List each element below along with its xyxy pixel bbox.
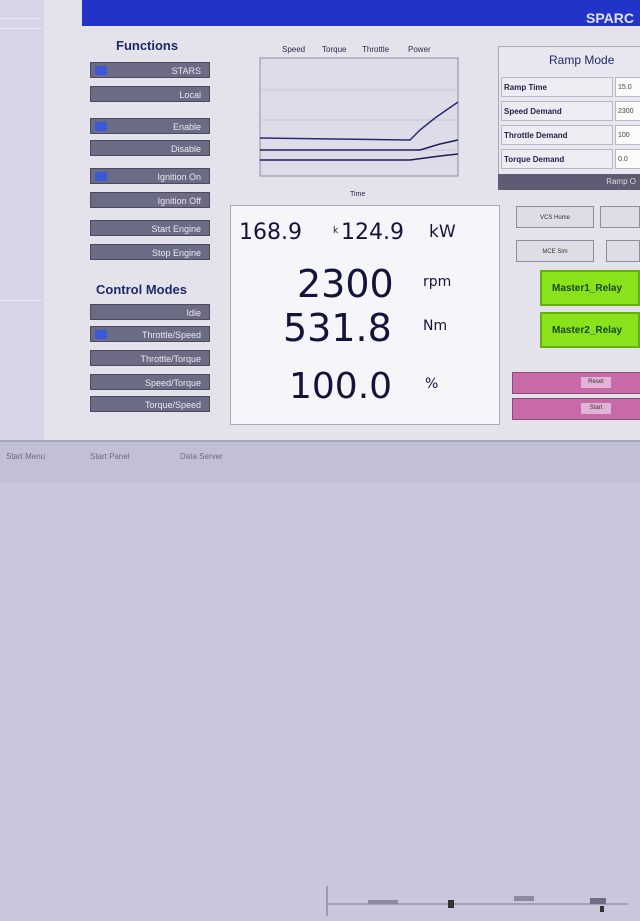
mce-sim-button[interactable]: MCE Sim [516, 240, 594, 262]
readout-torque-unit: Nm [423, 318, 448, 334]
active-indicator-icon [95, 122, 107, 131]
ramp-mode-title: Ramp Mode [549, 53, 615, 67]
taskbar-item[interactable]: Data Server [180, 452, 223, 461]
ramp-row-label: Throttle Demand [501, 125, 613, 145]
function-button[interactable]: Stop Engine [90, 244, 210, 260]
left-window-line [0, 300, 42, 301]
active-indicator-icon [95, 330, 107, 339]
function-button-label: Ignition Off [157, 196, 201, 206]
readout-value-b-prefix: k [333, 226, 339, 236]
control-mode-button[interactable]: Idle [90, 304, 210, 320]
ramp-row-value-input[interactable]: 0.0 [615, 149, 640, 169]
ramp-row-label: Torque Demand [501, 149, 613, 169]
ramp-row-value-input[interactable]: 2300 [615, 101, 640, 121]
start-button[interactable]: Start [581, 403, 611, 414]
sparc-control-panel: SPARC Functions STARS Local Enable Disable I… [44, 0, 640, 440]
functions-title: Functions [116, 38, 179, 53]
function-button[interactable]: Enable [90, 118, 210, 134]
taskbar-item[interactable]: Start Menu [6, 452, 45, 461]
function-button-label: Start Engine [151, 224, 201, 234]
readout-speed-unit: rpm [423, 274, 452, 290]
readout-throttle-unit: % [425, 376, 439, 392]
function-button[interactable]: Ignition Off [90, 192, 210, 208]
control-mode-button[interactable]: Throttle/Torque [90, 350, 210, 366]
active-indicator-icon [95, 172, 107, 181]
function-button-label: Stop Engine [151, 248, 201, 258]
vcs-home-button[interactable]: VCS Home [516, 206, 594, 228]
legend-speed: Speed [282, 45, 305, 54]
taskbar-item[interactable]: Start Panel [90, 452, 130, 461]
ramp-row-label: Speed Demand [501, 101, 613, 121]
right-small-button-2[interactable] [600, 206, 640, 228]
timeline-strip [326, 886, 628, 916]
right-small-button-4[interactable] [606, 240, 640, 262]
trend-chart-svg: Speed Torque Throttle Power Time [259, 45, 459, 198]
ramp-mode-panel: Ramp Mode Ramp Time 15.0 Speed Demand 2300 T… [498, 46, 640, 178]
function-button-label: Enable [172, 122, 201, 132]
control-mode-button[interactable]: Torque/Speed [90, 396, 210, 412]
function-button[interactable]: Start Engine [90, 220, 210, 236]
legend-throttle: Throttle [362, 45, 390, 54]
active-indicator-icon [95, 66, 107, 75]
readout-power-unit: kW [429, 222, 456, 242]
left-window-line [0, 18, 42, 19]
control-mode-button-label: Torque/Speed [144, 400, 201, 410]
ramp-row-label: Ramp Time [501, 77, 613, 97]
master2-relay-button[interactable]: Master2_Relay [540, 312, 640, 348]
control-modes-title: Control Modes [96, 282, 187, 297]
timeline-ticks [328, 896, 628, 912]
control-mode-button[interactable]: Speed/Torque [90, 374, 210, 390]
start-button-strip: Start [512, 398, 640, 420]
control-mode-button-label: Throttle/Speed [141, 330, 201, 340]
readout-throttle: 100.0 [289, 366, 393, 407]
reset-button-strip: Reset [512, 372, 640, 394]
function-button-label: Local [179, 90, 201, 100]
function-button-label: STARS [171, 66, 201, 76]
chart-xlabel: Time [350, 191, 365, 198]
control-mode-button-label: Idle [186, 308, 201, 318]
readout-value-b: 124.9 [341, 220, 404, 245]
readout-panel: 168.9 k 124.9 kW 2300 rpm 531.8 Nm 100.0… [230, 205, 500, 425]
left-window-edge [0, 0, 46, 440]
readout-value-a: 168.9 [239, 220, 302, 245]
function-button-label: Disable [170, 144, 201, 154]
function-button[interactable]: Ignition On [90, 168, 210, 184]
legend-power: Power [408, 45, 431, 54]
ramp-row-value-input[interactable]: 15.0 [615, 77, 640, 97]
trend-chart: Speed Torque Throttle Power Time [230, 40, 502, 200]
readout-torque: 531.8 [283, 306, 392, 350]
ramp-output-bar: Ramp O [498, 174, 640, 190]
control-mode-button[interactable]: Throttle/Speed [90, 326, 210, 342]
ramp-row-value-input[interactable]: 100 [615, 125, 640, 145]
master1-relay-button[interactable]: Master1_Relay [540, 270, 640, 306]
function-button[interactable]: Disable [90, 140, 210, 156]
readout-speed: 2300 [297, 262, 394, 306]
title-bar: SPARC [82, 0, 640, 26]
left-window-line [0, 28, 42, 29]
function-button-label: Ignition On [157, 172, 201, 182]
reset-button[interactable]: Reset [581, 377, 611, 388]
chart-legend: Speed Torque Throttle Power [282, 45, 431, 54]
legend-torque: Torque [322, 45, 347, 54]
control-mode-button-label: Throttle/Torque [140, 354, 201, 364]
control-mode-button-label: Speed/Torque [144, 378, 201, 388]
function-button[interactable]: STARS [90, 62, 210, 78]
taskbar: Start Menu Start Panel Data Server [0, 440, 640, 916]
function-button[interactable]: Local [90, 86, 210, 102]
